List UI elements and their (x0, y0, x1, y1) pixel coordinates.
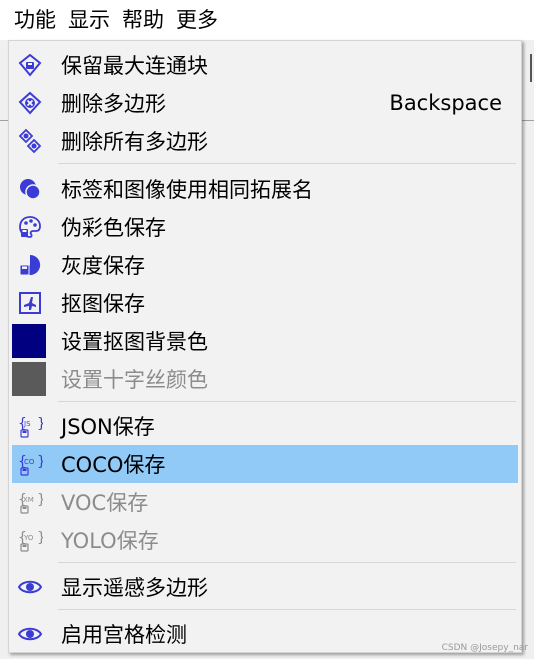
menu-item-label: VOC保存 (61, 491, 149, 515)
svg-text:}: } (37, 416, 43, 432)
json-save-icon: { } JS (16, 412, 44, 440)
crosshair-color-swatch (12, 362, 46, 396)
svg-text:XM: XM (23, 496, 34, 504)
menu-item-pseudocolor-save[interactable]: 伪彩色保存 (12, 208, 518, 246)
menu-item-same-extension[interactable]: 标签和图像使用相同拓展名 (12, 170, 518, 208)
yolo-save-icon: { } YO (16, 526, 44, 554)
polygon-keep-icon (16, 51, 44, 79)
palette-save-icon (16, 213, 44, 241)
menu-item-label: COCO保存 (61, 453, 166, 477)
menu-item-grayscale-save[interactable]: 灰度保存 (12, 246, 518, 284)
menu-item-label: 保留最大连通块 (61, 54, 208, 78)
polygon-delete-icon (16, 89, 44, 117)
menu-item-set-cutout-bg-color[interactable]: 设置抠图背景色 (12, 322, 518, 360)
voc-save-icon: { } XM (16, 488, 44, 516)
menu-item-json-save[interactable]: { } JS JSON保存 (12, 407, 518, 445)
svg-text:}: } (37, 492, 43, 508)
menu-item-label: 显示遥感多边形 (61, 576, 208, 600)
svg-text:CO: CO (24, 458, 35, 466)
menu-item-keep-largest[interactable]: 保留最大连通块 (12, 46, 518, 84)
menu-separator (58, 562, 516, 563)
menu-item-label: 设置十字丝颜色 (61, 368, 208, 392)
menu-item-label: 伪彩色保存 (61, 216, 166, 240)
menu-item-label: JSON保存 (61, 415, 155, 439)
menu-separator (58, 163, 516, 164)
menu-item-label: 灰度保存 (61, 254, 145, 278)
watermark: CSDN @Josepy_nar (441, 643, 528, 653)
same-extension-icon (16, 175, 44, 203)
function-dropdown-menu: 保留最大连通块 删除多边形 Backspace 删除所有多边形 标签和图像使用相… (8, 40, 522, 653)
svg-text:}: } (37, 454, 43, 470)
menu-item-delete-polygon[interactable]: 删除多边形 Backspace (12, 84, 518, 122)
menu-item-voc-save[interactable]: { } XM VOC保存 (12, 483, 518, 521)
menu-item-label: 标签和图像使用相同拓展名 (61, 178, 313, 202)
eye-icon (16, 573, 44, 601)
menu-bar: 功能 显示 帮助 更多 (0, 0, 534, 41)
coco-save-icon: { } CO (16, 450, 44, 478)
svg-text:}: } (37, 530, 43, 546)
menu-item-show-rs-polygons[interactable]: 显示遥感多边形 (12, 568, 518, 606)
menu-separator (58, 401, 516, 402)
menu-item-coco-save[interactable]: { } CO COCO保存 (12, 445, 518, 483)
shortcut-label: Backspace (389, 91, 502, 115)
menu-separator (58, 609, 516, 610)
svg-text:YO: YO (23, 534, 34, 542)
svg-text:JS: JS (23, 420, 31, 428)
menu-item-delete-all-polygons[interactable]: 删除所有多边形 (12, 122, 518, 160)
background-color-swatch (12, 324, 46, 358)
menu-item-label: 删除多边形 (61, 92, 166, 116)
menu-function[interactable]: 功能 (8, 0, 62, 40)
menu-more[interactable]: 更多 (170, 0, 224, 40)
menu-item-cutout-save[interactable]: 抠图保存 (12, 284, 518, 322)
menu-view[interactable]: 显示 (62, 0, 116, 40)
menu-item-label: 启用宫格检测 (61, 623, 187, 647)
menu-item-label: 抠图保存 (61, 292, 145, 316)
grayscale-save-icon (16, 251, 44, 279)
menu-item-label: 删除所有多边形 (61, 130, 208, 154)
menu-help[interactable]: 帮助 (116, 0, 170, 40)
menu-item-yolo-save[interactable]: { } YO YOLO保存 (12, 521, 518, 559)
eye-icon (16, 620, 44, 648)
menu-item-label: YOLO保存 (61, 529, 159, 553)
menu-item-label: 设置抠图背景色 (61, 330, 208, 354)
menu-item-set-crosshair-color[interactable]: 设置十字丝颜色 (12, 360, 518, 398)
cutout-save-icon (16, 289, 44, 317)
polygon-delete-all-icon (16, 127, 44, 155)
